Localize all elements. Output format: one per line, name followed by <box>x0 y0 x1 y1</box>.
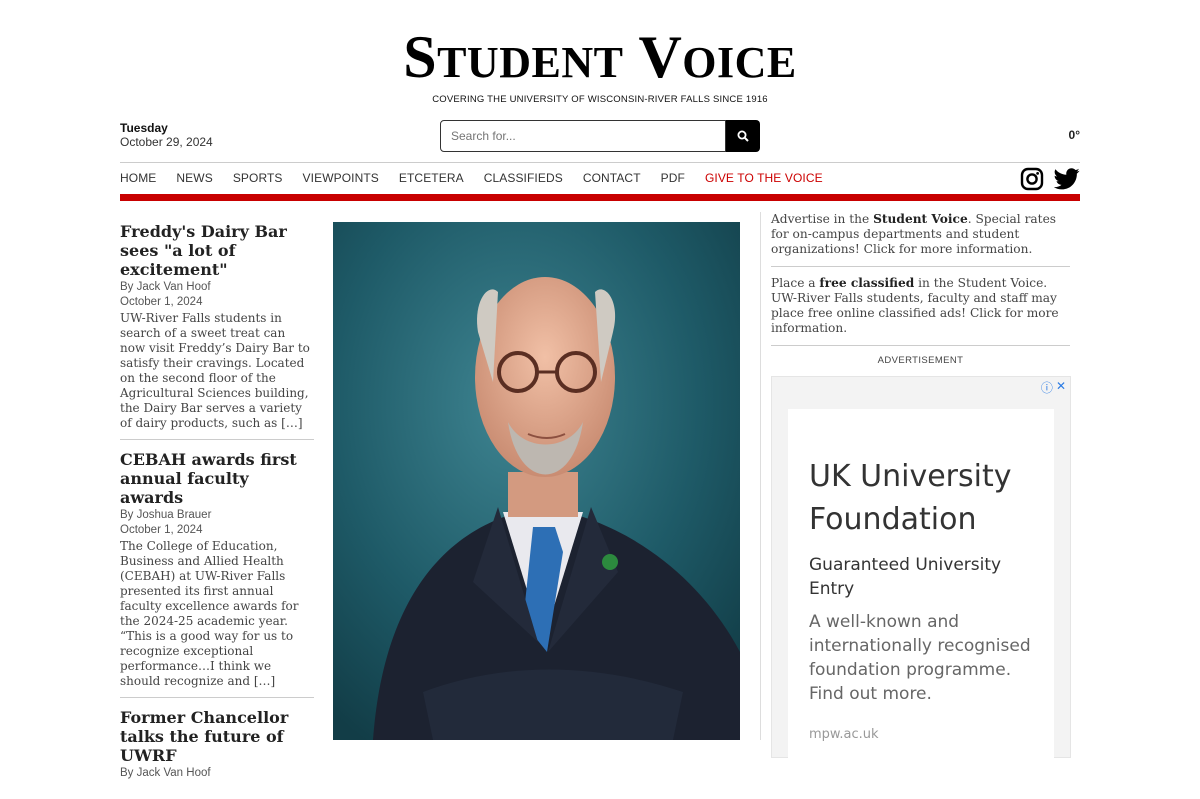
ad-controls: ⓘ ✕ <box>1041 379 1066 396</box>
search-input[interactable] <box>440 120 726 152</box>
close-icon[interactable]: ✕ <box>1056 379 1066 396</box>
search-icon <box>737 130 749 142</box>
story-item: Freddy's Dairy Bar sees "a lot of excite… <box>120 222 314 440</box>
search-form <box>440 120 760 152</box>
social-links <box>1020 167 1080 191</box>
feature-photo[interactable] <box>333 222 740 740</box>
nav-pdf[interactable]: PDF <box>661 171 685 187</box>
story-date: October 1, 2024 <box>120 524 203 536</box>
site-tagline: Covering the University of Wisconsin-Riv… <box>432 94 768 105</box>
story-byline[interactable]: By Joshua Brauer <box>120 508 314 523</box>
sidebar: Advertise in the Student Voice. Special … <box>771 212 1071 769</box>
story-title[interactable]: Former Chancellor talks the future of UW… <box>120 708 314 765</box>
nav-news[interactable]: NEWS <box>176 171 212 187</box>
nav-accent-bar <box>120 194 1080 201</box>
column-divider <box>760 212 761 740</box>
date-text: October 29, 2024 <box>120 135 213 149</box>
current-date: Tuesday October 29, 2024 <box>120 121 213 149</box>
portrait-image <box>333 222 740 740</box>
info-icon[interactable]: ⓘ <box>1041 379 1053 396</box>
ad-headline[interactable]: UK University Foundation <box>809 455 1049 541</box>
nav-etcetera[interactable]: ETCETERA <box>399 171 464 187</box>
site-logo[interactable]: STUDENT VOICE <box>0 27 1200 92</box>
story-item: Former Chancellor talks the future of UW… <box>120 708 314 789</box>
ad-card[interactable]: UK University Foundation Guaranteed Univ… <box>788 409 1054 769</box>
story-list: Freddy's Dairy Bar sees "a lot of excite… <box>120 222 314 799</box>
story-byline[interactable]: By Jack Van Hoof <box>120 766 314 781</box>
weather-temp: 0° <box>1068 128 1080 142</box>
ad-description: A well-known and internationally recogni… <box>809 612 1031 704</box>
ad-label: ADVERTISEMENT <box>877 355 964 366</box>
advertise-promo[interactable]: Advertise in the Student Voice. Special … <box>771 212 1070 267</box>
nav-divider <box>120 162 1080 163</box>
story-excerpt: The College of Education, Business and A… <box>120 539 299 688</box>
nav-give[interactable]: GIVE TO THE VOICE <box>705 171 823 187</box>
nav-sports[interactable]: SPORTS <box>233 171 283 187</box>
nav-contact[interactable]: CONTACT <box>583 171 641 187</box>
story-item: CEBAH awards first annual faculty awards… <box>120 450 314 698</box>
masthead: STUDENT VOICE Covering the University of… <box>0 27 1200 105</box>
weekday: Tuesday <box>120 121 168 135</box>
twitter-icon[interactable] <box>1054 167 1080 191</box>
story-title[interactable]: Freddy's Dairy Bar sees "a lot of excite… <box>120 222 314 279</box>
main-nav: HOME NEWS SPORTS VIEWPOINTS ETCETERA CLA… <box>120 171 843 187</box>
ad-unit[interactable]: ⓘ ✕ UK University Foundation Guaranteed … <box>771 376 1071 769</box>
story-title[interactable]: CEBAH awards first annual faculty awards <box>120 450 314 507</box>
story-byline[interactable]: By Jack Van Hoof <box>120 280 314 295</box>
nav-classifieds[interactable]: CLASSIFIEDS <box>484 171 563 187</box>
nav-viewpoints[interactable]: VIEWPOINTS <box>303 171 379 187</box>
classified-promo[interactable]: Place a free classified in the Student V… <box>771 276 1070 346</box>
instagram-icon[interactable] <box>1020 167 1044 191</box>
story-excerpt: UW-River Falls students in search of a s… <box>120 311 310 430</box>
ad-subhead: Guaranteed University Entry <box>809 555 1002 599</box>
story-date: October 1, 2024 <box>120 296 203 308</box>
nav-home[interactable]: HOME <box>120 171 156 187</box>
search-button[interactable] <box>726 120 760 152</box>
